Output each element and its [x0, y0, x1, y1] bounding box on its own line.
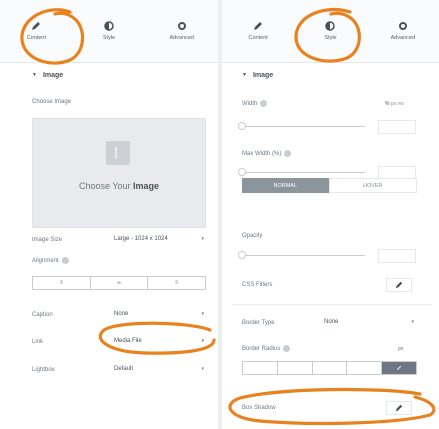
tab-advanced[interactable]: Advanced [145, 0, 218, 62]
chevron-down-icon: ▾ [201, 338, 204, 344]
chevron-down-icon: ▾ [201, 366, 204, 372]
panel-tabs: Content Style Advanced [222, 0, 439, 63]
chevron-down-icon: ▾ [411, 319, 414, 325]
help-icon [283, 345, 291, 352]
help-icon [61, 257, 69, 264]
gear-icon [177, 22, 186, 30]
separator [232, 304, 432, 305]
border-radius-label: Border Radius [242, 345, 291, 352]
tab-style[interactable]: Style [294, 0, 366, 62]
tab-content[interactable]: Content [0, 0, 73, 62]
caption-label: Caption [32, 312, 53, 318]
tab-label: Advanced [169, 35, 194, 41]
gear-icon [398, 22, 407, 30]
opacity-input[interactable] [378, 249, 416, 263]
section-image-toggle[interactable]: ▼ Image [222, 66, 439, 84]
box-shadow-edit-button[interactable] [386, 401, 412, 415]
tab-label: Content [248, 35, 268, 41]
slider-handle[interactable] [238, 122, 246, 130]
border-radius-inputs [242, 361, 417, 375]
tab-label: Content [26, 35, 46, 41]
width-slider[interactable] [238, 122, 365, 132]
border-radius-unit[interactable]: px [398, 346, 403, 352]
image-size-select[interactable]: Large - 1024 x 1024 ▾ [108, 232, 208, 246]
caret-down-icon: ▼ [32, 72, 37, 78]
state-tabs: NORMAL HOVER [242, 178, 417, 193]
max-width-label: Max Width (%) [242, 150, 292, 157]
align-left-button[interactable]: ≡ [33, 277, 91, 289]
half-circle-icon [104, 21, 114, 31]
border-type-label: Border Type [242, 320, 275, 326]
chevron-down-icon: ▾ [201, 311, 204, 317]
tab-label: Style [102, 35, 116, 41]
css-filters-label: CSS Filters [242, 282, 273, 288]
image-size-value: Large - 1024 x 1024 [114, 236, 168, 242]
width-units[interactable]: % px vw [385, 101, 404, 107]
alignment-label: Alignment [32, 257, 69, 264]
help-icon [284, 150, 292, 157]
chevron-down-icon: ▾ [201, 236, 204, 242]
image-picker-label: Choose Your Image [78, 181, 160, 191]
link-select[interactable]: Media File ▾ [108, 334, 208, 348]
pencil-icon [395, 404, 403, 412]
link-values-button[interactable] [382, 362, 416, 374]
image-size-label: Image Size [32, 237, 63, 243]
border-type-select[interactable]: None ▾ [318, 315, 418, 329]
pencil-icon [254, 22, 263, 30]
align-center-button[interactable]: ≐ [91, 277, 149, 289]
tab-label: Advanced [390, 35, 416, 41]
css-filters-edit-button[interactable] [386, 278, 412, 292]
caption-select[interactable]: None ▾ [108, 307, 208, 321]
half-circle-icon [325, 21, 336, 31]
image-picker[interactable]: Choose Your Image [32, 118, 206, 228]
lightbox-select[interactable]: Default ▾ [108, 362, 208, 376]
border-type-value: None [324, 319, 339, 325]
caption-value: None [114, 311, 129, 317]
section-title: Image [42, 71, 64, 79]
state-normal-tab[interactable]: NORMAL [242, 178, 329, 193]
tab-advanced[interactable]: Advanced [367, 0, 439, 62]
link-value: Media File [114, 338, 142, 344]
section-image-toggle[interactable]: ▼ Image [0, 66, 218, 84]
width-input[interactable] [378, 120, 416, 134]
choose-image-label: Choose Image [32, 99, 72, 105]
tab-label: Style [324, 35, 337, 41]
lightbox-value: Default [114, 366, 134, 372]
radius-bottom-input[interactable] [313, 362, 348, 374]
align-right-button[interactable]: ≡ [148, 277, 205, 289]
width-label: Width [242, 100, 268, 107]
state-hover-tab[interactable]: HOVER [328, 178, 417, 193]
section-title: Image [252, 71, 274, 79]
opacity-slider[interactable] [238, 251, 365, 261]
tab-content[interactable]: Content [222, 0, 294, 62]
alignment-buttons: ≡ ≐ ≡ [32, 276, 206, 290]
help-icon [260, 100, 268, 107]
lightbox-label: Lightbox [32, 367, 55, 373]
elementor-icon [106, 141, 130, 165]
tab-style[interactable]: Style [73, 0, 146, 62]
pencil-icon [32, 22, 41, 30]
max-width-slider[interactable] [238, 168, 365, 178]
content-panel: Content Style Advanced ▼ Image Choose Im… [0, 0, 218, 429]
caret-down-icon: ▼ [242, 72, 247, 78]
slider-handle[interactable] [238, 168, 246, 176]
panel-tabs: Content Style Advanced [0, 0, 218, 63]
slider-handle[interactable] [238, 251, 246, 259]
pencil-icon [395, 281, 403, 289]
radius-right-input[interactable] [278, 362, 313, 374]
link-icon [396, 365, 402, 371]
opacity-label: Opacity [242, 233, 263, 239]
radius-left-input[interactable] [347, 362, 383, 374]
box-shadow-label: Box Shadow [242, 405, 276, 411]
link-label: Link [32, 339, 44, 345]
radius-top-input[interactable] [243, 362, 278, 374]
